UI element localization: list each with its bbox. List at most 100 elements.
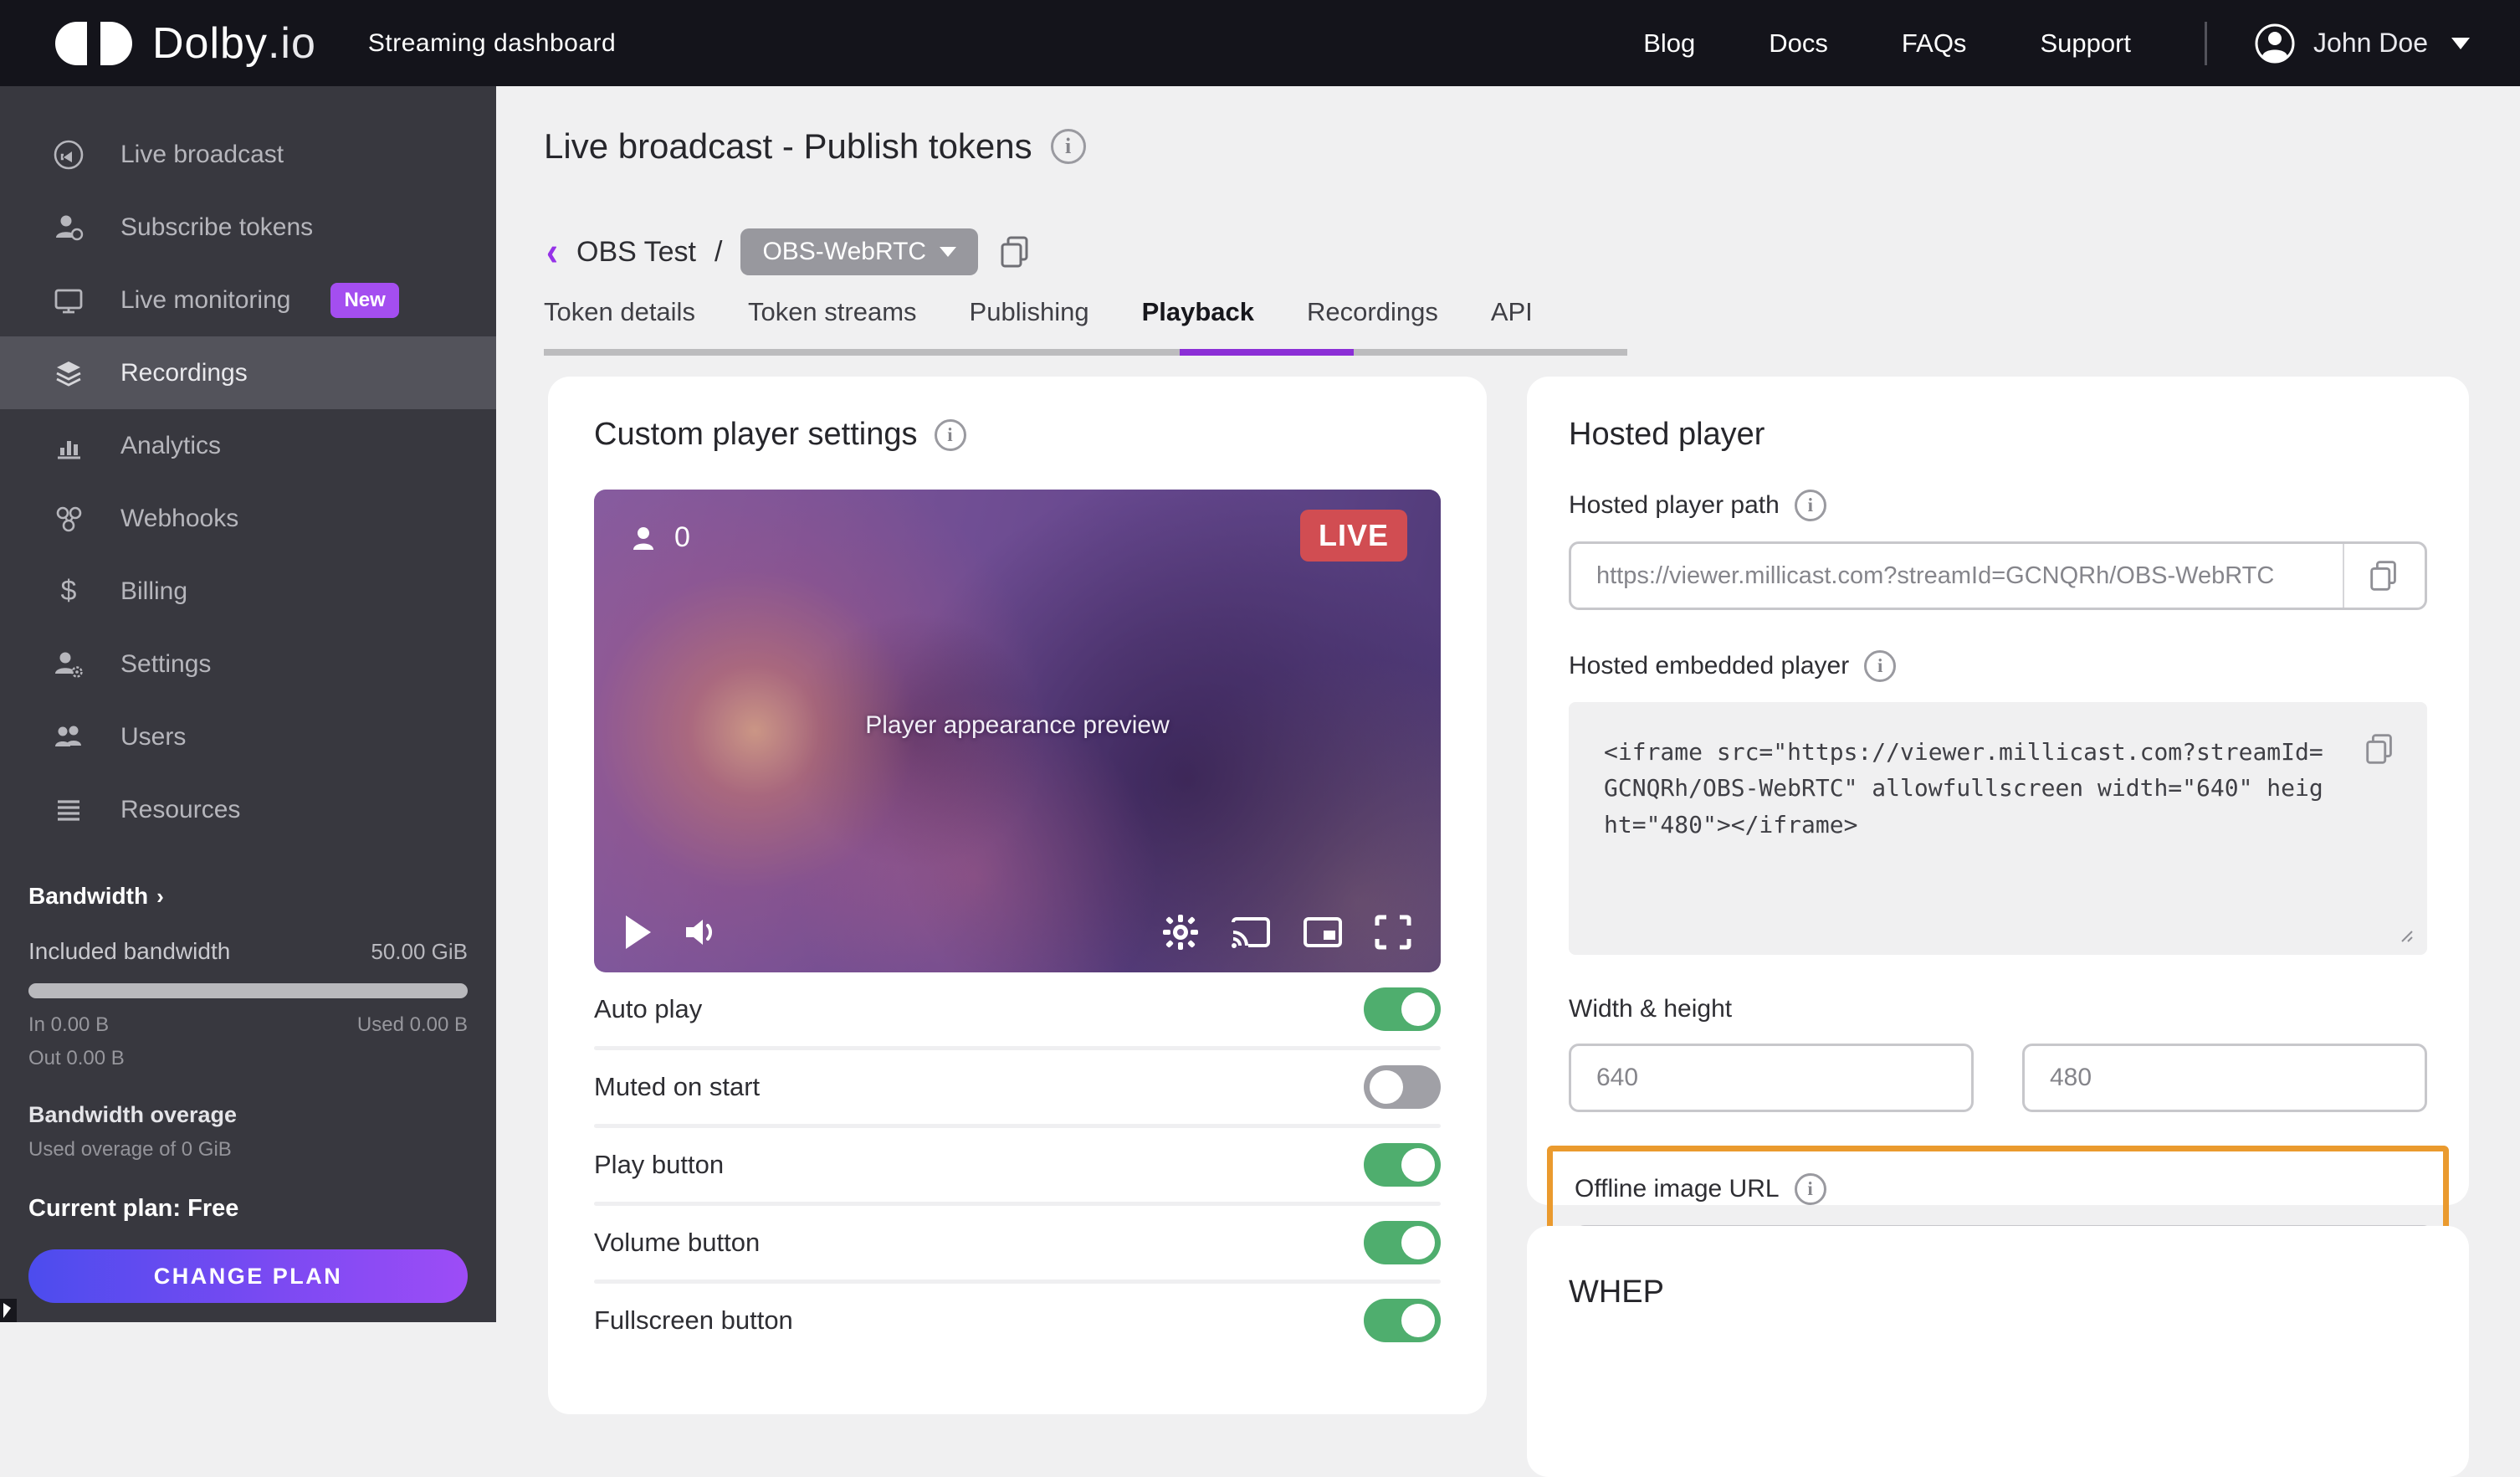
sidebar-item-resources[interactable]: Resources — [0, 773, 496, 846]
hosted-player-path-input[interactable] — [1571, 544, 2343, 608]
width-field — [1569, 1044, 1974, 1112]
cast-icon[interactable] — [1230, 914, 1272, 951]
bandwidth-in: In 0.00 B — [28, 1013, 109, 1037]
bandwidth-title: Bandwidth — [28, 883, 148, 910]
bandwidth-progress-bar — [28, 983, 468, 998]
nav-link-support[interactable]: Support — [2040, 28, 2131, 59]
sidebar-item-label: Resources — [120, 796, 240, 824]
picture-in-picture-icon[interactable] — [1302, 914, 1344, 951]
new-badge: New — [330, 283, 398, 318]
hosted-player-title: Hosted player — [1569, 417, 1765, 453]
copy-stream-name-button[interactable] — [996, 233, 1035, 271]
copy-path-button[interactable] — [2344, 557, 2425, 594]
tab-underline — [544, 349, 1627, 356]
back-chevron-icon[interactable]: ‹ — [546, 232, 558, 272]
cursor-artifact — [0, 1299, 17, 1322]
stream-selector-dropdown[interactable]: OBS-WebRTC — [740, 228, 978, 275]
nav-link-faqs[interactable]: FAQs — [1902, 28, 1967, 59]
tab-api[interactable]: API — [1491, 297, 1533, 349]
custom-player-settings-card: Custom player settings i 0 LIVE Player a… — [548, 377, 1487, 1414]
toggle-row-play-button: Play button — [594, 1128, 1441, 1202]
live-badge: LIVE — [1300, 510, 1407, 562]
page-title: Live broadcast - Publish tokens — [544, 126, 1032, 167]
toggle-label: Muted on start — [594, 1072, 760, 1102]
chevron-right-icon: › — [156, 884, 164, 910]
offline-image-url-info-icon[interactable]: i — [1795, 1173, 1826, 1205]
custom-player-settings-info-icon[interactable]: i — [935, 419, 966, 451]
sidebar-item-label: Settings — [120, 650, 211, 679]
change-plan-button[interactable]: CHANGE PLAN — [28, 1249, 468, 1303]
page-title-info-icon[interactable]: i — [1051, 129, 1086, 164]
viewer-icon — [629, 524, 658, 552]
sidebar-item-analytics[interactable]: Analytics — [0, 409, 496, 482]
sidebar-item-settings[interactable]: Settings — [0, 628, 496, 700]
volume-button-toggle[interactable] — [1364, 1221, 1441, 1264]
sidebar-item-label: Billing — [120, 577, 187, 606]
settings-gear-icon[interactable] — [1161, 913, 1200, 951]
sidebar-item-label: Subscribe tokens — [120, 213, 313, 242]
sidebar-item-subscribe-tokens[interactable]: Subscribe tokens — [0, 191, 496, 264]
user-name: John Doe — [2313, 28, 2428, 59]
hosted-player-path-label: Hosted player path — [1569, 491, 1780, 520]
whep-card: WHEP — [1527, 1226, 2469, 1477]
player-toggle-list: Auto play Muted on start Play button Vol… — [548, 972, 1487, 1357]
play-icon[interactable] — [622, 914, 653, 951]
embed-code: <iframe src="https://viewer.millicast.co… — [1604, 734, 2327, 843]
sidebar-item-label: Webhooks — [120, 505, 238, 533]
hosted-player-path-info-icon[interactable]: i — [1795, 490, 1826, 521]
dolby-double-d-icon — [50, 19, 137, 68]
tab-token-streams[interactable]: Token streams — [748, 297, 917, 349]
fullscreen-button-toggle[interactable] — [1364, 1299, 1441, 1342]
volume-icon[interactable] — [683, 914, 721, 951]
dolby-logo[interactable]: Dolby.io — [50, 18, 316, 69]
breadcrumb: ‹ OBS Test / OBS-WebRTC — [546, 228, 1035, 275]
nav-link-blog[interactable]: Blog — [1643, 28, 1695, 59]
toggle-label: Auto play — [594, 994, 702, 1024]
person-gear-icon — [52, 648, 85, 681]
top-bar: Dolby.io Streaming dashboard Blog Docs F… — [0, 0, 2520, 86]
muted-on-start-toggle[interactable] — [1364, 1065, 1441, 1109]
sidebar-item-live-broadcast[interactable]: Live broadcast — [0, 118, 496, 191]
auto-play-toggle[interactable] — [1364, 987, 1441, 1031]
sidebar-item-users[interactable]: Users — [0, 700, 496, 773]
sidebar-item-billing[interactable]: $ Billing — [0, 555, 496, 628]
height-input[interactable] — [2025, 1046, 2425, 1110]
app-title: Streaming dashboard — [368, 29, 616, 58]
avatar-icon — [2253, 22, 2297, 65]
sidebar-item-label: Analytics — [120, 432, 221, 460]
breadcrumb-token-name[interactable]: OBS Test — [576, 236, 696, 269]
users-icon — [52, 721, 85, 754]
hosted-player-card: Hosted player Hosted player path i Hoste… — [1527, 377, 2469, 1205]
resize-grip-icon[interactable] — [2399, 928, 2414, 943]
play-button-toggle[interactable] — [1364, 1143, 1441, 1187]
fullscreen-icon[interactable] — [1374, 914, 1412, 951]
tab-token-details[interactable]: Token details — [544, 297, 695, 349]
viewer-count: 0 — [674, 521, 690, 554]
embed-code-block[interactable]: <iframe src="https://viewer.millicast.co… — [1569, 702, 2427, 955]
hosted-embedded-player-info-icon[interactable]: i — [1864, 650, 1896, 682]
tab-playback[interactable]: Playback — [1142, 297, 1254, 349]
hosted-player-path-field — [1569, 541, 2427, 610]
sidebar-item-webhooks[interactable]: Webhooks — [0, 482, 496, 555]
tab-recordings[interactable]: Recordings — [1307, 297, 1438, 349]
user-menu[interactable]: John Doe — [2253, 22, 2470, 65]
width-input[interactable] — [1571, 1046, 1971, 1110]
nav-link-docs[interactable]: Docs — [1769, 28, 1828, 59]
sidebar-item-recordings[interactable]: Recordings — [0, 336, 496, 409]
offline-image-url-label: Offline image URL — [1575, 1175, 1780, 1203]
sidebar-item-live-monitoring[interactable]: Live monitoring New — [0, 264, 496, 336]
height-field — [2022, 1044, 2427, 1112]
sidebar: Live broadcast Subscribe tokens Live mon… — [0, 86, 496, 1322]
current-plan-label: Current plan: Free — [28, 1195, 468, 1223]
tab-publishing[interactable]: Publishing — [970, 297, 1089, 349]
main-content: Live broadcast - Publish tokens i ‹ OBS … — [496, 86, 2520, 1322]
bandwidth-title-row[interactable]: Bandwidth › — [28, 883, 468, 910]
toggle-label: Volume button — [594, 1228, 760, 1258]
width-height-label: Width & height — [1569, 995, 1732, 1023]
webhook-icon — [52, 502, 85, 536]
sidebar-item-label: Recordings — [120, 359, 248, 387]
chevron-down-icon — [2451, 38, 2470, 49]
copy-embed-code-button[interactable] — [2362, 731, 2399, 767]
toggle-row-auto-play: Auto play — [594, 972, 1441, 1046]
topbar-divider — [2205, 22, 2207, 65]
